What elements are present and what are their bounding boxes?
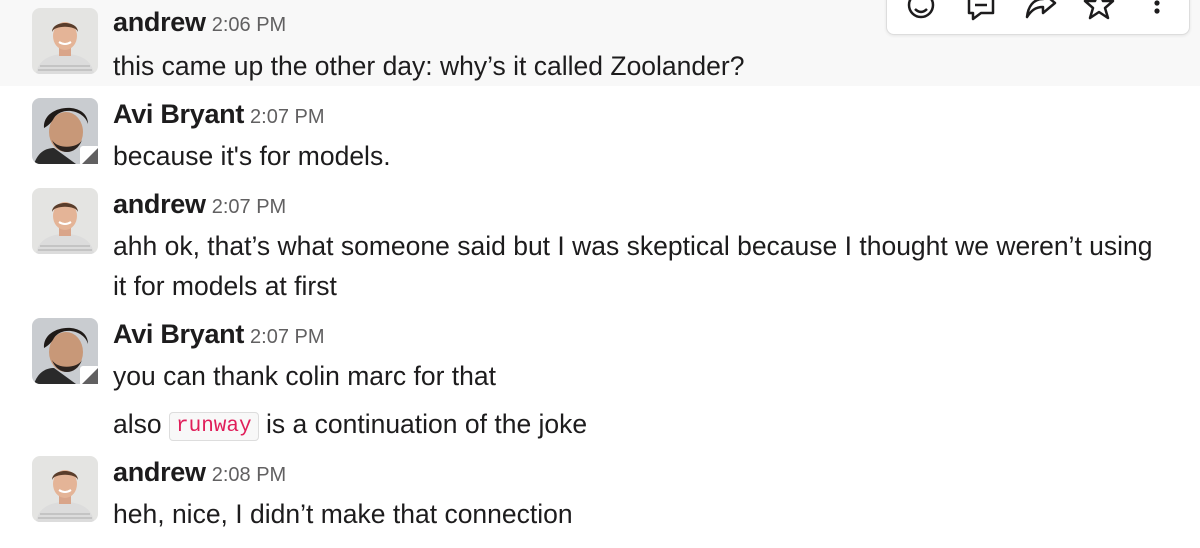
avatar-andrew[interactable]	[32, 456, 98, 522]
timestamp[interactable]: 2:08 PM	[212, 464, 286, 486]
status-badge	[80, 146, 100, 166]
message-text: this came up the other day: why’s it cal…	[113, 51, 745, 81]
sender-name[interactable]: Avi Bryant	[113, 319, 244, 349]
message-row[interactable]: andrew 2:06 PM this came up the other day…	[0, 0, 1200, 86]
save-star-icon	[1083, 0, 1115, 20]
sender-name[interactable]: andrew	[113, 189, 206, 219]
sender-name[interactable]: andrew	[113, 7, 206, 37]
inline-code: runway	[169, 412, 259, 441]
status-badge	[80, 366, 100, 386]
sender-name[interactable]: Avi Bryant	[113, 99, 244, 129]
message-row[interactable]: Avi Bryant 2:07 PM you can thank colin ma…	[0, 310, 1200, 450]
timestamp[interactable]: 2:07 PM	[250, 106, 324, 128]
message-header: andrew 2:07 PM	[113, 188, 286, 220]
message-header: andrew 2:08 PM	[113, 456, 286, 488]
message-text: you can thank colin marc for that	[113, 361, 496, 391]
message-text: because it's for models.	[113, 141, 391, 171]
more-actions-icon	[1154, 0, 1160, 14]
timestamp[interactable]: 2:07 PM	[250, 326, 324, 348]
message-row[interactable]: Avi Bryant 2:07 PM because it's for model…	[0, 86, 1200, 178]
message-row[interactable]: andrew 2:07 PM ahh ok, that’s what someon…	[0, 178, 1200, 310]
timestamp[interactable]: 2:06 PM	[212, 14, 286, 36]
message-header: andrew 2:06 PM	[113, 6, 286, 38]
timestamp[interactable]: 2:07 PM	[212, 196, 286, 218]
message-header: Avi Bryant 2:07 PM	[113, 98, 325, 130]
share-message-icon	[1025, 0, 1057, 19]
sender-name[interactable]: andrew	[113, 457, 206, 487]
share-message-button[interactable]	[1019, 0, 1063, 33]
followup-text-before: also	[113, 409, 162, 439]
status-away-icon	[82, 148, 98, 164]
more-actions-button[interactable]	[1135, 0, 1179, 33]
message-actions-toolbar	[886, 0, 1190, 35]
add-reaction-button[interactable]	[899, 0, 943, 33]
save-message-button[interactable]	[1077, 0, 1121, 33]
add-reaction-icon	[907, 0, 935, 19]
followup-text-after: is a continuation of the joke	[266, 409, 588, 439]
message-row[interactable]: andrew 2:08 PM heh, nice, I didn’t make t…	[0, 450, 1200, 548]
message-followup: also runway is a continuation of the jok…	[113, 404, 587, 449]
message-text: it for models at first	[113, 271, 337, 301]
status-away-icon	[82, 368, 98, 384]
message-text: heh, nice, I didn’t make that connection	[113, 499, 573, 529]
avatar-andrew[interactable]	[32, 188, 98, 254]
message-text: ahh ok, that’s what someone said but I w…	[113, 231, 1153, 261]
avatar-andrew[interactable]	[32, 8, 98, 74]
reply-in-thread-icon	[967, 0, 995, 21]
message-header: Avi Bryant 2:07 PM	[113, 318, 325, 350]
reply-in-thread-button[interactable]	[959, 0, 1003, 33]
